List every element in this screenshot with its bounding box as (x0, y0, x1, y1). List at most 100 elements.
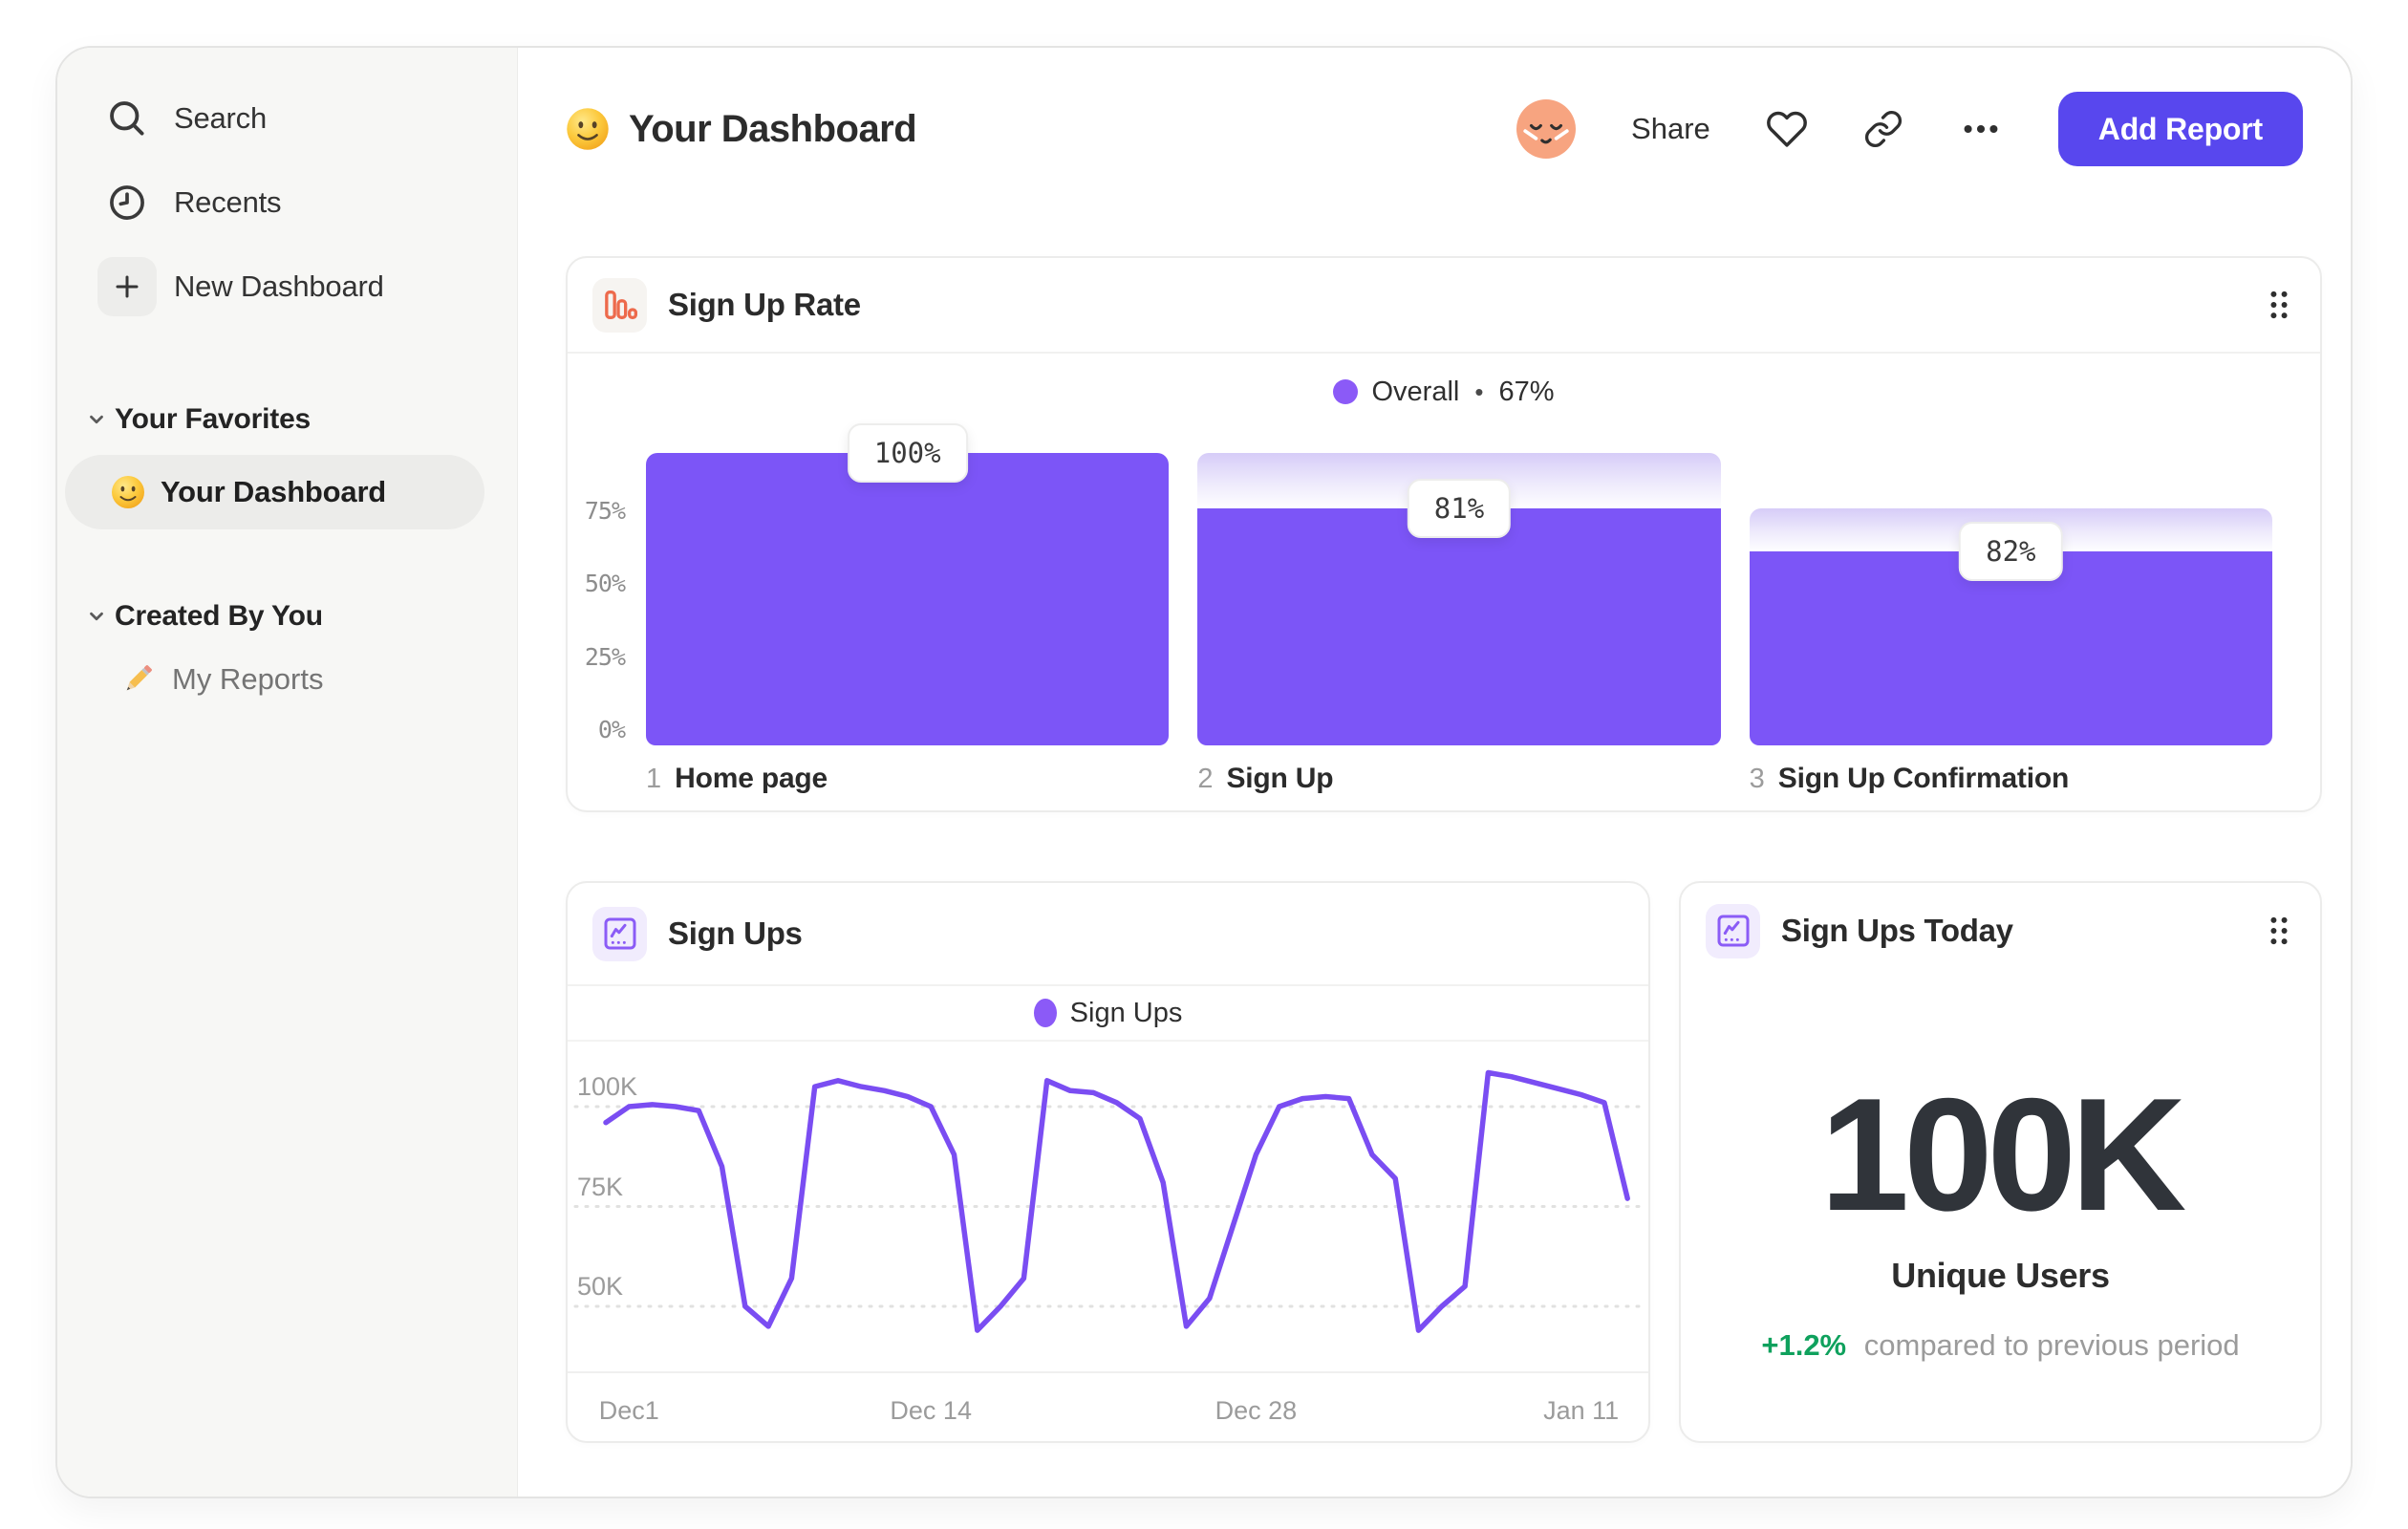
funnel-y-tick: 75% (584, 496, 626, 525)
metric-value: 100K (1819, 1065, 2187, 1244)
line-chart-icon (592, 906, 647, 961)
delta-note: compared to previous period (1863, 1328, 2240, 1362)
legend-label: Sign Ups (1069, 997, 1183, 1028)
sidebar-item-search[interactable]: Search (57, 76, 517, 161)
sidebar-item-label: Your Dashboard (161, 475, 387, 508)
sidebar-item-label: Recents (174, 185, 282, 219)
sidebar-section-created-by-you[interactable]: Created By You (57, 592, 517, 640)
card-title: Sign Ups Today (1781, 913, 2013, 948)
dashboard-header: Your Dashboard Share Add Report (518, 48, 2351, 210)
signups-card-header: Sign Ups (568, 883, 1648, 986)
line-chart: 100K 75K 50K (568, 1042, 1648, 1373)
more-options-icon[interactable] (1959, 107, 2003, 151)
share-button[interactable]: Share (1631, 112, 1710, 146)
header-actions: Share Add Report (1516, 92, 2303, 166)
card-title: Sign Up Rate (668, 287, 861, 322)
funnel-step-name: Sign Up Confirmation (1777, 763, 2070, 794)
legend-label: Overall (1371, 376, 1460, 407)
signup-rate-card: Sign Up Rate Overall • 67% 100% 81% 82% … (566, 256, 2322, 812)
smiley-icon (112, 476, 144, 508)
bottom-cards-row: Sign Ups Sign Ups 100K 75K 50K Dec1 Dec 14 D… (566, 881, 2322, 1443)
section-title: Created By You (115, 600, 323, 632)
line-x-tick: Dec 28 (1215, 1396, 1298, 1425)
funnel-bar[interactable]: 82% (1749, 453, 2272, 745)
cards-area: Sign Up Rate Overall • 67% 100% 81% 82% … (518, 210, 2351, 1443)
funnel-step-labels: 1 Home page 2 Sign Up 3 Sign Up Confirmation (646, 745, 2272, 795)
signups-today-card-header: Sign Ups Today (1681, 883, 2320, 979)
line-x-tick: Dec 14 (890, 1396, 972, 1425)
sidebar-item-label: New Dashboard (174, 269, 384, 303)
metric-delta-row: +1.2% compared to previous period (1681, 1328, 2320, 1363)
add-report-button[interactable]: Add Report (2057, 92, 2303, 166)
favorite-heart-icon[interactable] (1766, 108, 1808, 150)
funnel-tooltip: 100% (847, 423, 968, 483)
app-window: Search Recents New Dashboard Your Favori… (55, 46, 2353, 1498)
main-area: Your Dashboard Share Add Report Sign Up … (518, 48, 2351, 1497)
bar-chart-icon (592, 277, 647, 333)
sidebar: Search Recents New Dashboard Your Favori… (57, 48, 518, 1497)
signup-rate-card-header: Sign Up Rate (568, 258, 2320, 354)
legend-dot (1333, 379, 1359, 404)
search-icon (97, 97, 157, 140)
funnel-step-number: 2 (1197, 764, 1214, 794)
line-x-tick: Dec1 (598, 1396, 659, 1425)
funnel-step-number: 3 (1749, 764, 1765, 794)
sidebar-section-favorites[interactable]: Your Favorites (57, 396, 517, 443)
signups-today-card: Sign Ups Today 100K Unique Users +1.2% c… (1679, 881, 2322, 1443)
line-legend: Sign Ups (568, 986, 1648, 1042)
funnel-step-label: 2 Sign Up (1197, 763, 1720, 795)
card-title: Sign Ups (668, 915, 803, 951)
drag-handle-icon[interactable] (2267, 289, 2291, 321)
new-dashboard-icon-box (97, 257, 157, 316)
plus-icon (97, 257, 157, 316)
funnel-step-number: 1 (646, 764, 662, 794)
funnel-bar[interactable]: 100% (646, 423, 1170, 745)
legend-separator: • (1474, 377, 1484, 406)
line-x-tick: Jan 11 (1543, 1396, 1620, 1425)
funnel-y-tick: 50% (584, 570, 626, 597)
title-group: Your Dashboard (566, 107, 917, 151)
sidebar-item-your-dashboard[interactable]: Your Dashboard (65, 455, 484, 529)
funnel-tooltip: 81% (1407, 479, 1512, 539)
line-chart-svg (573, 1069, 1645, 1333)
section-title: Your Favorites (115, 403, 312, 435)
funnel-bars: 100% 81% 82% (646, 423, 2272, 745)
metric-body: 100K Unique Users +1.2% compared to prev… (1681, 1074, 2320, 1363)
metric-label: Unique Users (1891, 1256, 2110, 1295)
drag-handle-icon[interactable] (2267, 915, 2291, 947)
line-y-tick: 75K (577, 1172, 624, 1201)
pencil-icon (126, 665, 152, 691)
signups-card: Sign Ups Sign Ups 100K 75K 50K Dec1 Dec 14 D… (566, 881, 1650, 1443)
funnel-step-name: Sign Up (1226, 763, 1334, 794)
avatar[interactable] (1516, 99, 1577, 159)
funnel-bar-solid (1197, 508, 1721, 745)
delta-value: +1.2% (1761, 1328, 1847, 1362)
funnel-bar[interactable]: 81% (1197, 453, 1721, 745)
sidebar-item-recents[interactable]: Recents (57, 161, 517, 245)
line-x-labels: Dec1 Dec 14 Dec 28 Jan 11 (568, 1373, 1648, 1441)
chevron-down-icon (86, 606, 107, 627)
sidebar-item-label: My Reports (172, 662, 324, 696)
line-chart-icon (1706, 903, 1760, 958)
funnel-y-tick: 0% (597, 716, 626, 743)
funnel-y-tick: 25% (584, 642, 626, 671)
smiley-icon (567, 108, 609, 150)
funnel-step-name: Home page (675, 763, 828, 794)
legend-dot (1033, 999, 1057, 1027)
funnel-body: 100% 81% 82% 75% 50% 25% 0% (568, 423, 2320, 745)
chevron-down-icon (86, 409, 107, 430)
legend-value: 67% (1498, 376, 1555, 407)
sidebar-item-new-dashboard[interactable]: New Dashboard (57, 245, 517, 329)
sidebar-item-label: Search (174, 101, 268, 135)
clock-icon (97, 183, 157, 223)
funnel-step-label: 1 Home page (646, 763, 1169, 795)
sidebar-item-my-reports[interactable]: My Reports (57, 650, 517, 709)
copy-link-icon[interactable] (1863, 109, 1903, 149)
page-title: Your Dashboard (629, 107, 917, 150)
funnel-bar-solid (646, 453, 1170, 745)
funnel-tooltip: 82% (1959, 521, 2063, 581)
funnel-step-label: 3 Sign Up Confirmation (1750, 763, 2272, 795)
funnel-legend: Overall • 67% (568, 354, 2320, 430)
line-y-tick: 50K (577, 1272, 624, 1301)
signups-line-series (603, 1069, 1630, 1333)
